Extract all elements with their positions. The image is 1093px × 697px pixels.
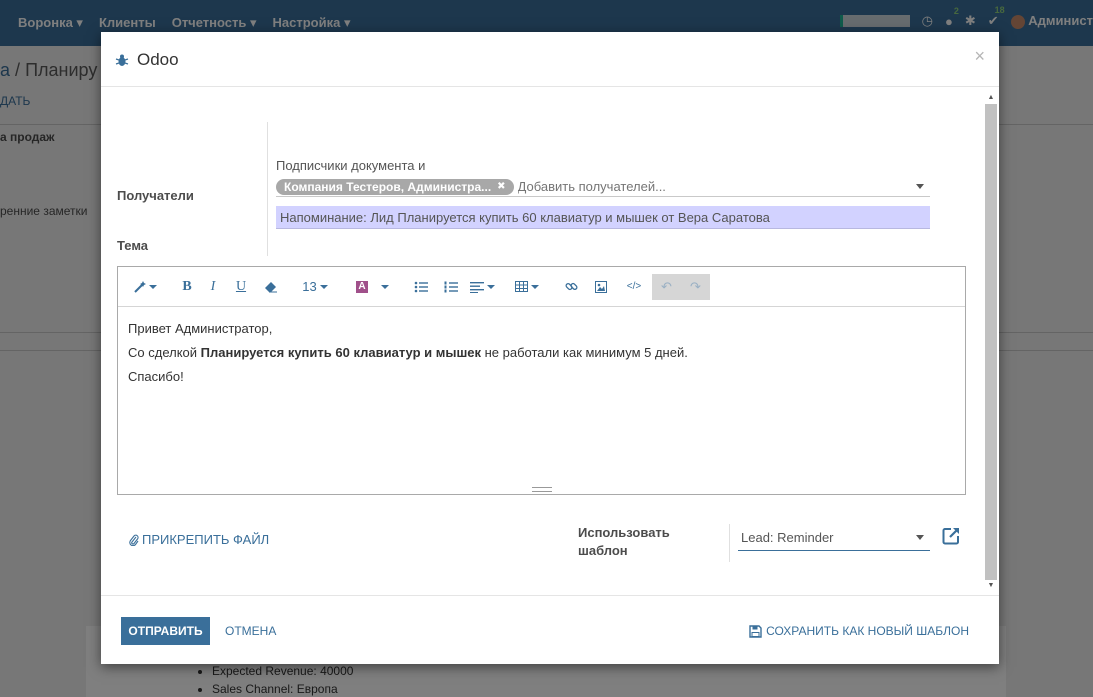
attach-file-button[interactable]: ПРИКРЕПИТЬ ФАЙЛ	[129, 532, 269, 547]
remove-tag-icon[interactable]: ✖	[497, 181, 505, 192]
numbered-list-button[interactable]	[436, 274, 466, 300]
scrollbar-thumb[interactable]	[985, 104, 997, 580]
editor-content[interactable]: Привет Администратор, Со сделкой Планиру…	[128, 317, 688, 389]
code-view-button[interactable]: </>	[616, 274, 652, 300]
attach-file-label: ПРИКРЕПИТЬ ФАЙЛ	[142, 532, 270, 547]
chevron-down-icon[interactable]	[916, 535, 924, 540]
field-separator	[729, 524, 730, 562]
redo-icon: ↷	[690, 278, 701, 294]
image-button[interactable]	[586, 274, 616, 300]
table-button[interactable]	[512, 274, 542, 300]
magic-wand-icon	[133, 280, 146, 293]
link-icon	[565, 282, 577, 291]
scroll-up-icon[interactable]: ▲	[985, 92, 997, 104]
image-icon	[595, 280, 607, 293]
align-left-icon	[469, 281, 484, 293]
font-color-icon: A	[356, 280, 368, 293]
font-color-dropdown[interactable]	[374, 274, 392, 300]
closing-line: Спасибо!	[128, 369, 184, 384]
recipient-tag[interactable]: Компания Тестеров, Администра... ✖	[276, 178, 514, 195]
save-as-template-button[interactable]: СОХРАНИТЬ КАК НОВЫЙ ШАБЛОН	[749, 624, 969, 638]
eraser-icon	[265, 281, 277, 292]
scrollbar[interactable]: ▲ ▼	[985, 92, 997, 592]
code-icon: </>	[626, 281, 642, 292]
dialog-header: Odoo ×	[101, 32, 999, 87]
link-button[interactable]	[556, 274, 586, 300]
bullet-list-icon	[414, 281, 428, 292]
cancel-button[interactable]: ОТМЕНА	[225, 624, 276, 638]
chevron-down-icon[interactable]	[916, 184, 924, 189]
font-size-button[interactable]: 13	[300, 274, 330, 300]
field-separator	[267, 122, 268, 256]
subject-input[interactable]	[276, 206, 930, 229]
font-color-button[interactable]: A	[350, 274, 374, 300]
align-button[interactable]	[466, 274, 498, 300]
redo-button[interactable]: ↷	[681, 273, 710, 300]
lead-name: Планируется купить 60 клавиатур и мышек	[200, 345, 482, 360]
recipients-hint: Подписчики документа и	[276, 158, 426, 173]
bullet-list-button[interactable]	[406, 274, 436, 300]
italic-button[interactable]: I	[200, 274, 226, 300]
paperclip-icon	[129, 534, 139, 546]
close-icon[interactable]: ×	[974, 46, 985, 67]
recipients-input[interactable]	[517, 179, 916, 194]
editor-resize-handle[interactable]	[532, 487, 552, 492]
font-size-value: 13	[302, 279, 317, 294]
scroll-down-icon[interactable]: ▼	[985, 580, 997, 592]
template-select[interactable]: Lead: Reminder	[738, 525, 930, 551]
dialog-title-text: Odoo	[137, 50, 179, 69]
external-link-icon[interactable]	[941, 526, 961, 546]
save-as-template-label: СОХРАНИТЬ КАК НОВЫЙ ШАБЛОН	[766, 624, 969, 638]
compose-email-dialog: Odoo × ▲ ▼ Получатели Тема Подписчики до…	[101, 32, 999, 664]
floppy-icon	[749, 624, 762, 638]
table-icon	[515, 281, 528, 292]
template-label: Использовать шаблон	[578, 525, 670, 558]
send-button[interactable]: ОТПРАВИТЬ	[121, 617, 210, 645]
subject-label: Тема	[117, 238, 149, 253]
underline-button[interactable]: U	[226, 274, 256, 300]
dialog-title: Odoo	[115, 50, 179, 70]
style-button[interactable]	[130, 274, 160, 300]
bug-icon	[115, 54, 129, 66]
editor-toolbar: B I U 13 A </> ↶ ↷	[118, 267, 965, 307]
recipients-field[interactable]: Компания Тестеров, Администра... ✖	[276, 177, 930, 197]
message-line: Со сделкой Планируется купить 60 клавиат…	[128, 345, 688, 360]
bold-button[interactable]: B	[174, 274, 200, 300]
dialog-footer: ОТПРАВИТЬ ОТМЕНА СОХРАНИТЬ КАК НОВЫЙ ШАБ…	[101, 595, 999, 664]
recipients-label: Получатели	[117, 188, 194, 203]
numbered-list-icon	[444, 281, 458, 292]
recipient-tag-label: Компания Тестеров, Администра...	[284, 179, 492, 194]
undo-button[interactable]: ↶	[652, 273, 681, 300]
undo-icon: ↶	[661, 278, 672, 294]
dialog-body: ▲ ▼ Получатели Тема Подписчики документа…	[101, 88, 999, 594]
body-editor: B I U 13 A </> ↶ ↷ Привет Администратор,…	[117, 266, 966, 495]
template-value: Lead: Reminder	[741, 530, 834, 545]
eraser-button[interactable]	[256, 274, 286, 300]
greeting-line: Привет Администратор,	[128, 321, 273, 336]
